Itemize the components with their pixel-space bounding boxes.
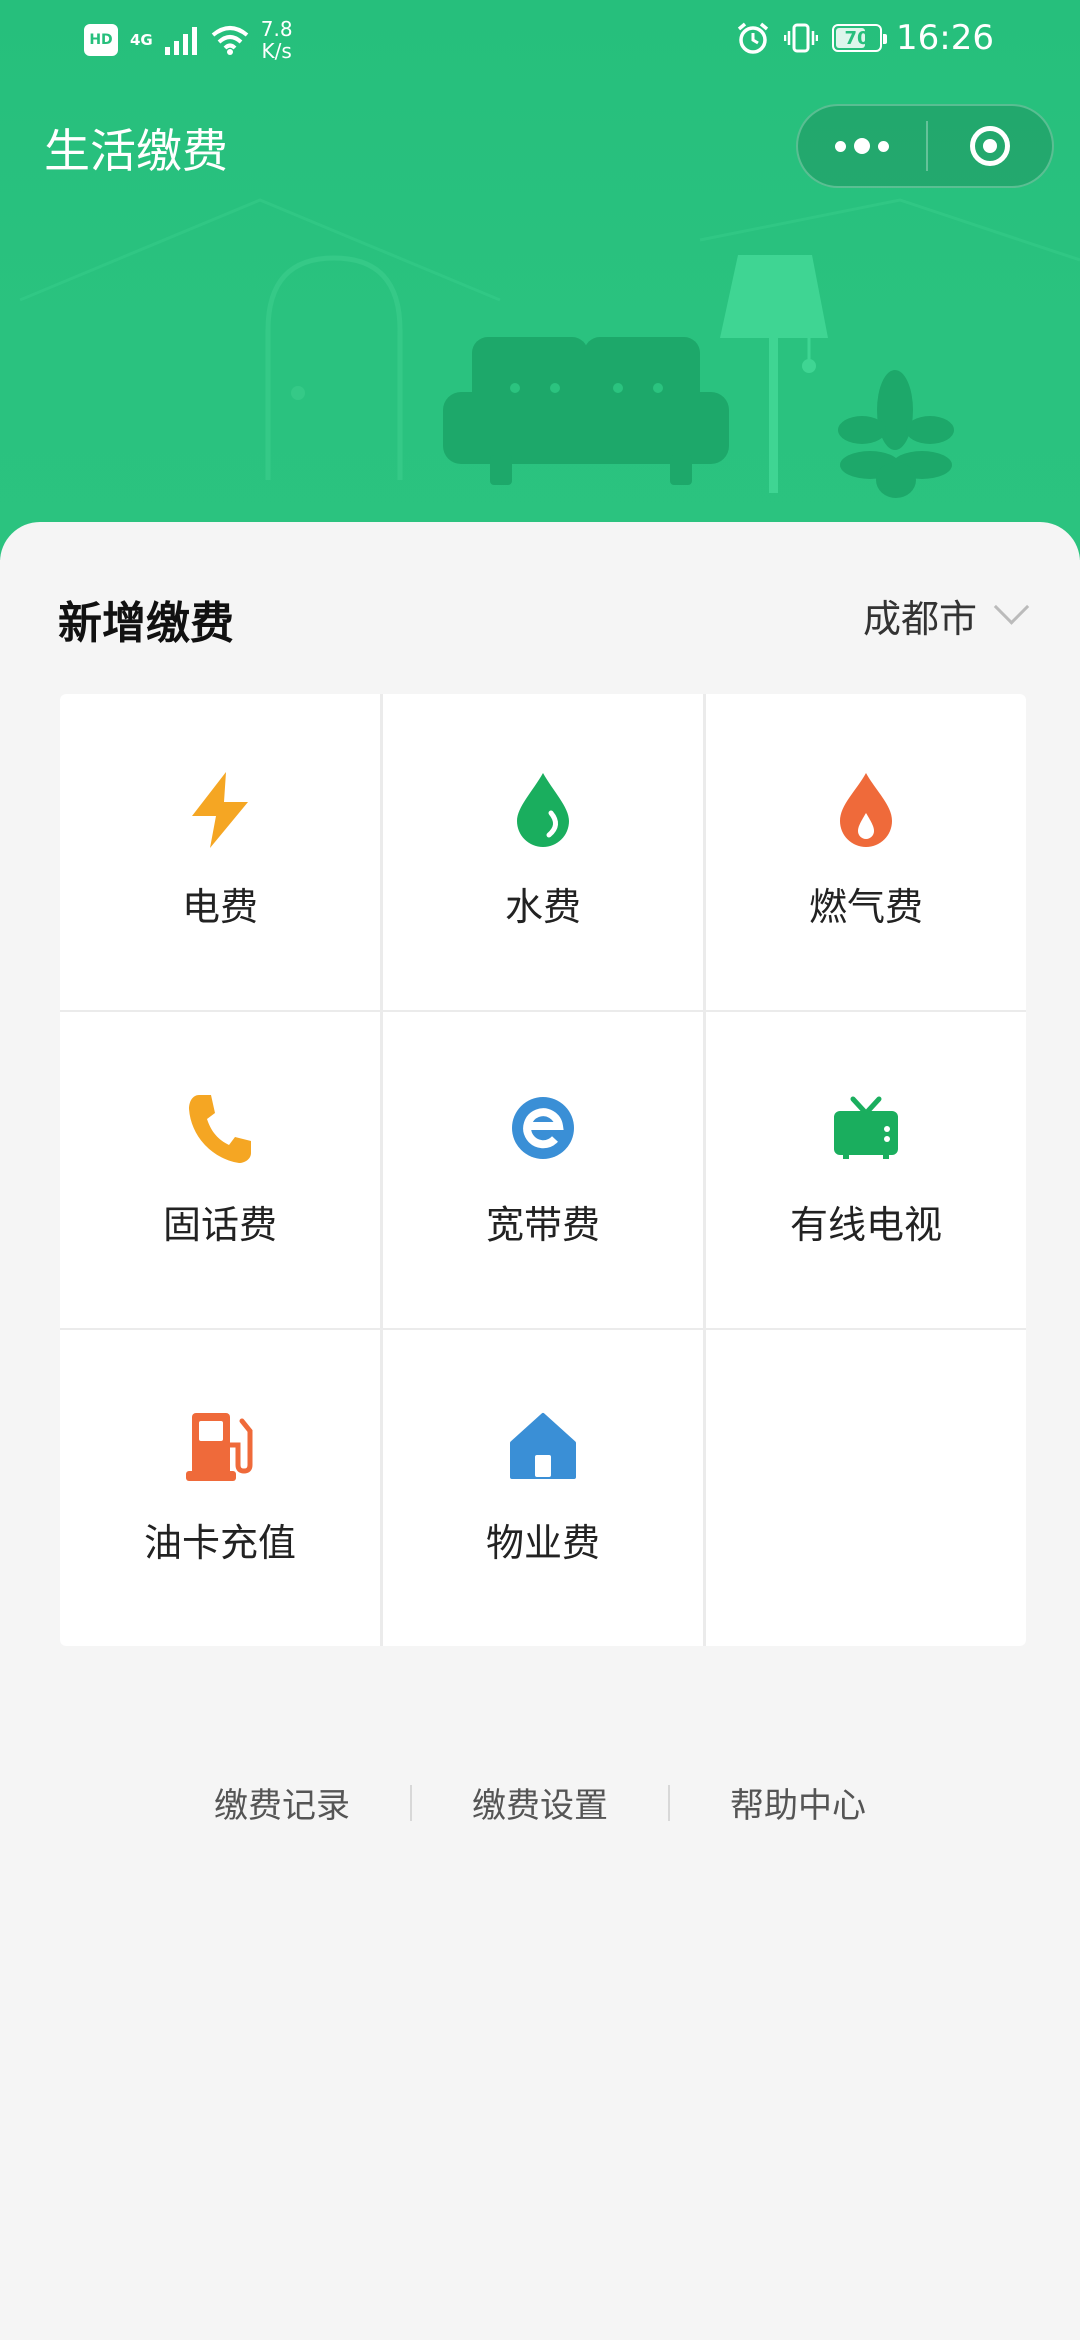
service-label: 宽带费	[485, 1203, 600, 1247]
service-label: 燃气费	[808, 885, 923, 929]
status-bar: HD 4G 7.8 K/s 70 16:26	[0, 0, 1080, 80]
water-drop-icon	[503, 770, 583, 850]
more-menu-button[interactable]	[798, 106, 926, 186]
service-electricity[interactable]: 电费	[60, 694, 380, 1010]
payment-records-link[interactable]: 缴费记录	[154, 1778, 410, 1827]
service-label: 水费	[504, 885, 581, 929]
service-fuel-card[interactable]: 油卡充值	[60, 1330, 380, 1646]
service-water[interactable]: 水费	[383, 694, 703, 1010]
signal-icon	[164, 27, 197, 55]
dot-icon	[878, 140, 889, 152]
wifi-icon	[211, 26, 249, 55]
broadband-e-icon	[503, 1088, 583, 1168]
flame-icon	[826, 770, 906, 850]
service-grid: 电费 水费 燃气费 固话费 宽带费 有线电视 油卡充值 物业费	[60, 694, 1026, 1646]
service-cable-tv[interactable]: 有线电视	[706, 1012, 1026, 1328]
phone-icon	[180, 1088, 260, 1168]
main-panel: 新增缴费 成都市 电费 水费 燃气费 固话费 宽带费 有线电视 油卡充值 物业费…	[0, 522, 1080, 2340]
empty-cell	[706, 1330, 1026, 1646]
alarm-icon	[737, 22, 769, 54]
service-label: 固话费	[162, 1203, 277, 1247]
city-selector[interactable]: 成都市	[862, 588, 1030, 643]
clock: 16:26	[896, 18, 994, 58]
network-speed: 7.8 K/s	[260, 17, 293, 63]
page-title: 生活缴费	[44, 124, 228, 178]
service-label: 有线电视	[789, 1203, 942, 1247]
help-center-link[interactable]: 帮助中心	[670, 1778, 926, 1827]
network-type: 4G	[130, 31, 153, 49]
header-banner: HD 4G 7.8 K/s 70 16:26 生活缴费	[0, 0, 1080, 560]
vibrate-icon	[784, 23, 819, 53]
service-label: 电费	[181, 885, 258, 929]
hd-icon: HD	[84, 24, 118, 56]
battery-icon: 70	[832, 24, 888, 52]
service-label: 物业费	[485, 1521, 600, 1565]
city-label: 成都市	[862, 597, 977, 641]
living-room-illustration	[19, 198, 1080, 498]
target-close-icon	[970, 126, 1010, 166]
dot-icon	[835, 140, 846, 152]
service-label: 油卡充值	[143, 1521, 296, 1565]
dot-icon	[854, 138, 870, 154]
fuel-pump-icon	[180, 1406, 260, 1486]
service-gas[interactable]: 燃气费	[706, 694, 1026, 1010]
section-title: 新增缴费	[58, 598, 234, 649]
house-icon	[503, 1406, 583, 1486]
chevron-down-icon	[993, 589, 1030, 625]
payment-settings-link[interactable]: 缴费设置	[412, 1778, 668, 1827]
tv-icon	[826, 1088, 906, 1168]
service-property[interactable]: 物业费	[383, 1330, 703, 1646]
footer-links: 缴费记录 缴费设置 帮助中心	[0, 1778, 1080, 1827]
lightning-icon	[180, 770, 260, 850]
service-broadband[interactable]: 宽带费	[383, 1012, 703, 1328]
close-miniprogram-button[interactable]	[928, 126, 1052, 166]
miniprogram-capsule	[796, 104, 1054, 188]
service-landline[interactable]: 固话费	[60, 1012, 380, 1328]
